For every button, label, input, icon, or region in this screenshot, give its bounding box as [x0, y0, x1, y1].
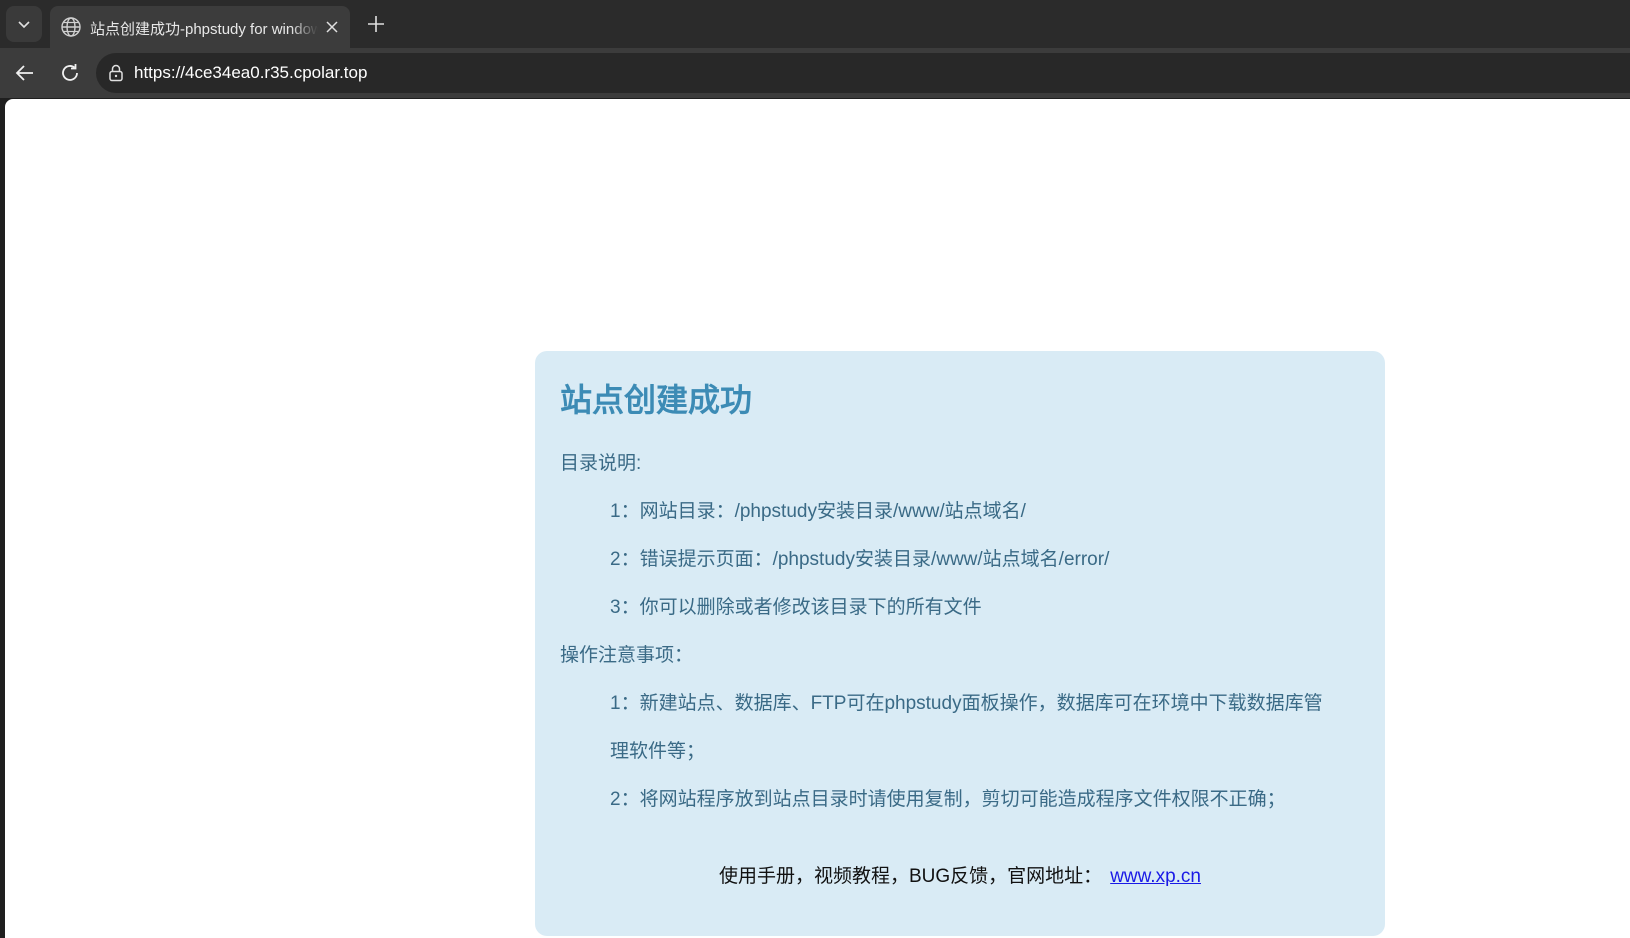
success-card: 站点创建成功 目录说明: 1：网站目录：/phpstudy安装目录/www/站点… [535, 351, 1385, 936]
site-info-icon[interactable] [106, 63, 126, 83]
new-tab-button[interactable] [362, 10, 390, 38]
directory-item: 3：你可以删除或者修改该目录下的所有文件 [610, 597, 982, 618]
note-item-continuation: 理软件等； [610, 741, 706, 762]
globe-icon [61, 17, 81, 37]
directory-section-label: 目录说明: [560, 453, 642, 474]
plus-icon [368, 16, 384, 32]
notes-section-label: 操作注意事项： [560, 645, 694, 666]
official-site-link[interactable]: www.xp.cn [1110, 866, 1201, 887]
address-bar[interactable]: https://4ce34ea0.r35.cpolar.top [96, 53, 1630, 93]
reload-icon [62, 64, 78, 81]
tab-strip: 站点创建成功-phpstudy for windows [0, 0, 1630, 48]
chevron-down-icon [18, 21, 30, 29]
tab-list-button[interactable] [6, 6, 42, 42]
footer-links: 使用手册，视频教程，BUG反馈，官网地址： www.xp.cn [535, 861, 1385, 888]
note-item: 2：将网站程序放到站点目录时请使用复制，剪切可能造成程序文件权限不正确； [610, 789, 1286, 810]
tab-close-button[interactable] [322, 17, 342, 37]
directory-item: 2：错误提示页面：/phpstudy安装目录/www/站点域名/error/ [610, 549, 1110, 570]
note-item: 1：新建站点、数据库、FTP可在phpstudy面板操作，数据库可在环境中下载数… [610, 693, 1323, 714]
browser-toolbar: https://4ce34ea0.r35.cpolar.top [0, 48, 1630, 98]
active-tab[interactable]: 站点创建成功-phpstudy for windows [50, 6, 350, 48]
arrow-left-icon [15, 65, 33, 81]
tab-title: 站点创建成功-phpstudy for windows [90, 21, 318, 38]
directory-item: 1：网站目录：/phpstudy安装目录/www/站点域名/ [610, 501, 1026, 522]
page-viewport: 站点创建成功 目录说明: 1：网站目录：/phpstudy安装目录/www/站点… [5, 99, 1630, 938]
page-title: 站点创建成功 [560, 382, 753, 418]
back-button[interactable] [9, 57, 41, 89]
close-icon [326, 21, 338, 33]
reload-button[interactable] [54, 57, 86, 89]
footer-text: 使用手册，视频教程，BUG反馈，官网地址： [719, 866, 1103, 887]
url-text: https://4ce34ea0.r35.cpolar.top [134, 63, 368, 82]
